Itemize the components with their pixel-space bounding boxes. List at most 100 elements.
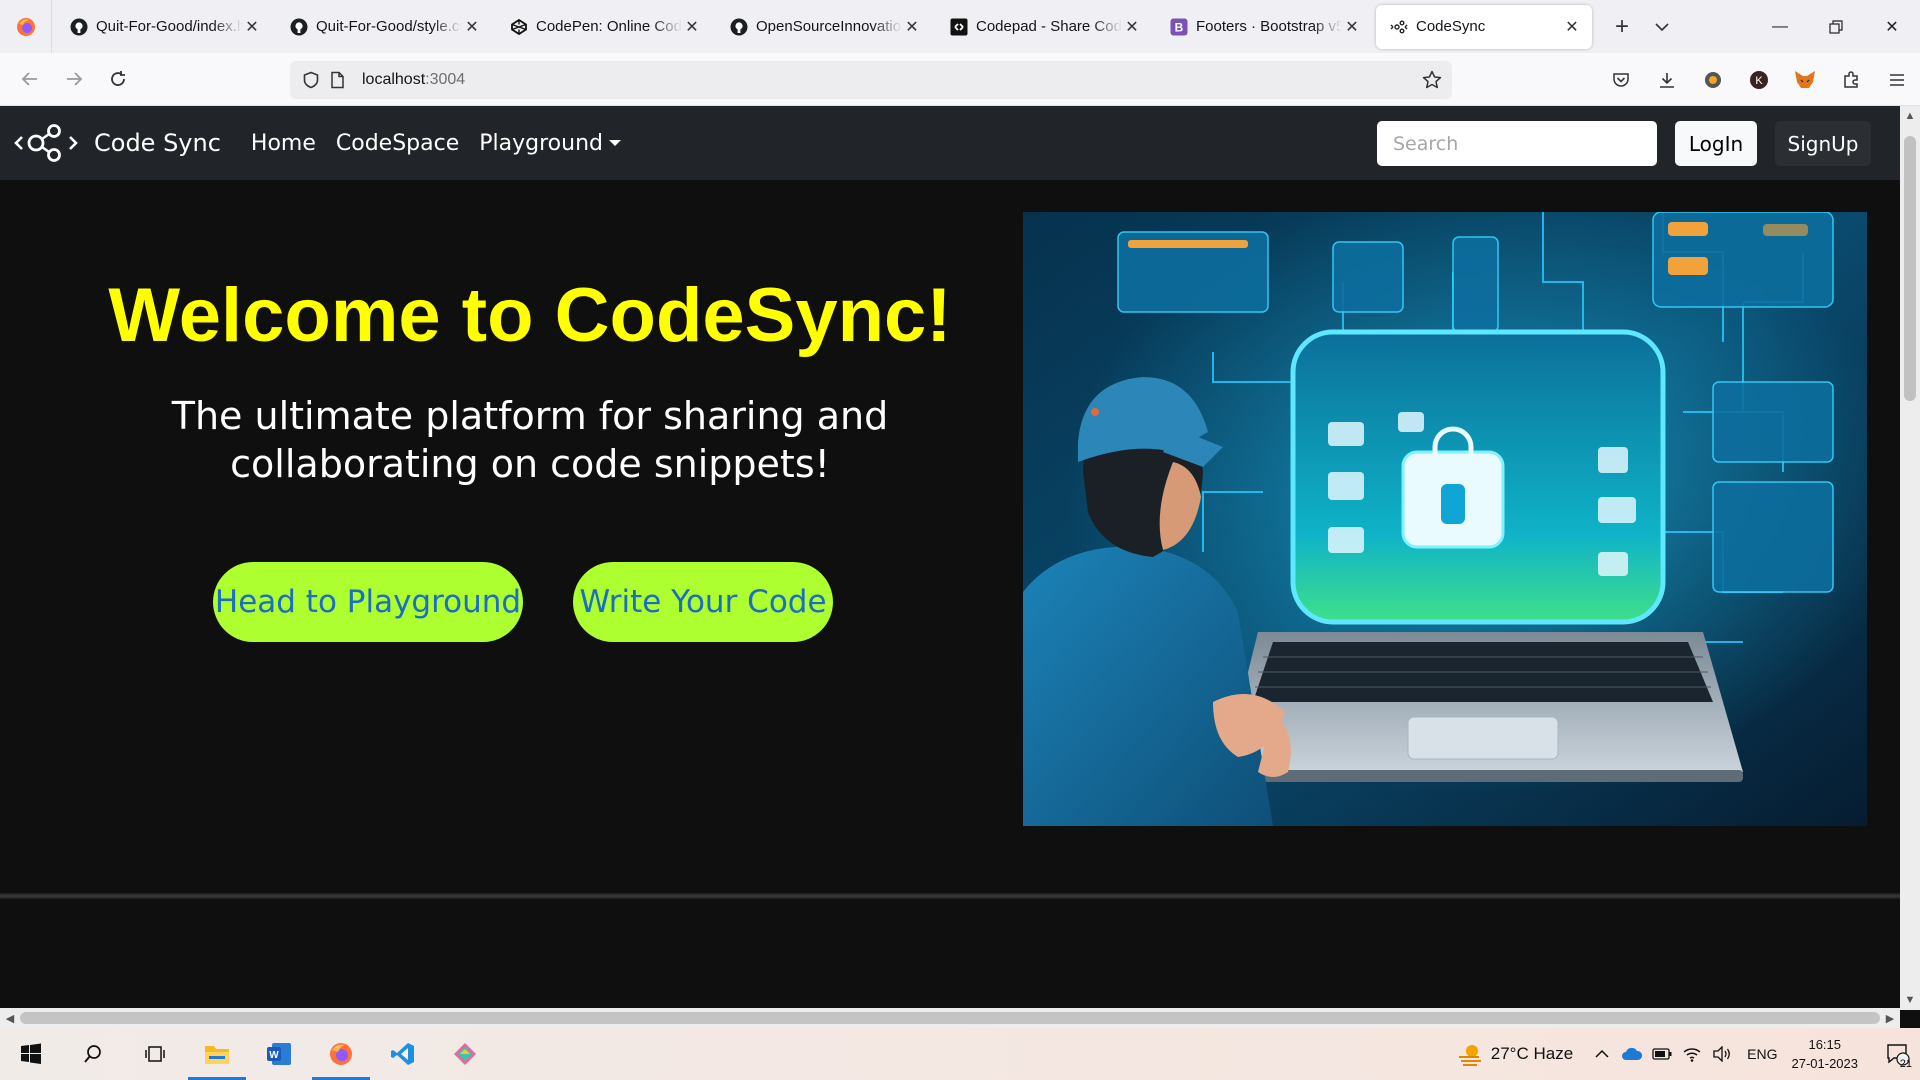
svg-text:B: B xyxy=(1175,20,1184,34)
notification-count: 21 xyxy=(1899,1058,1912,1070)
wifi-icon[interactable] xyxy=(1677,1046,1707,1062)
close-icon[interactable]: ✕ xyxy=(462,17,482,37)
tab-bootstrap-footers[interactable]: B Footers · Bootstrap v5. ✕ xyxy=(1156,5,1372,49)
address-bar[interactable]: localhost:3004 xyxy=(290,61,1452,99)
close-icon[interactable]: ✕ xyxy=(242,17,262,37)
tab-codepad[interactable]: Codepad - Share Code ✕ xyxy=(936,5,1152,49)
extension-button-1[interactable] xyxy=(1690,60,1736,100)
nav-playground-label: Playground xyxy=(479,130,603,156)
haze-sun-icon xyxy=(1458,1045,1481,1066)
forward-button[interactable] xyxy=(52,59,96,99)
tab-codesync[interactable]: CodeSync ✕ xyxy=(1376,4,1592,49)
new-tab-button[interactable]: + xyxy=(1602,7,1642,47)
github-icon xyxy=(730,18,748,36)
nav-codespace-link[interactable]: CodeSpace xyxy=(336,131,459,156)
close-window-button[interactable]: ✕ xyxy=(1864,0,1920,53)
clock[interactable]: 16:15 27-01-2023 xyxy=(1792,1035,1859,1073)
scroll-left-arrow-icon[interactable]: ◀ xyxy=(0,1008,20,1028)
caret-down-icon xyxy=(608,140,621,146)
extension-icon xyxy=(1705,71,1721,88)
extensions-button[interactable] xyxy=(1828,60,1874,100)
firefox-view-button[interactable] xyxy=(0,0,52,53)
vertical-scrollbar[interactable]: ▲ ▼ xyxy=(1900,106,1920,1010)
taskbar-word[interactable]: W xyxy=(248,1028,310,1080)
taskbar-gitkraken[interactable] xyxy=(434,1028,496,1080)
minimize-button[interactable]: — xyxy=(1752,0,1808,53)
taskbar-vscode[interactable] xyxy=(372,1028,434,1080)
downloads-button[interactable] xyxy=(1644,60,1690,100)
notifications-button[interactable]: 21 xyxy=(1876,1028,1920,1080)
svg-text:K: K xyxy=(1755,75,1763,87)
github-icon xyxy=(290,18,308,36)
taskbar-file-explorer[interactable] xyxy=(186,1028,248,1080)
close-icon[interactable]: ✕ xyxy=(682,17,702,37)
bookmark-star-icon[interactable] xyxy=(1422,70,1442,95)
tab-quit-for-good-index[interactable]: Quit-For-Good/index.h ✕ xyxy=(56,5,272,49)
metamask-extension-button[interactable] xyxy=(1782,60,1828,100)
list-all-tabs-button[interactable] xyxy=(1642,7,1682,47)
onedrive-cloud-icon[interactable] xyxy=(1617,1047,1647,1061)
app-menu-button[interactable] xyxy=(1874,60,1920,100)
login-button[interactable]: LogIn xyxy=(1675,121,1757,166)
back-button[interactable] xyxy=(8,59,52,99)
reload-button[interactable] xyxy=(96,59,140,99)
scroll-up-arrow-icon[interactable]: ▲ xyxy=(1900,106,1920,126)
hero-illustration-image xyxy=(1023,212,1867,826)
tab-codepen[interactable]: CodePen: Online Code ✕ xyxy=(496,5,712,49)
tab-opensourceinnovation[interactable]: OpenSourceInnovation ✕ xyxy=(716,5,932,49)
weather-widget[interactable]: 27°C Haze xyxy=(1457,1042,1573,1066)
url-text[interactable]: localhost:3004 xyxy=(362,71,465,89)
codepad-icon xyxy=(950,18,968,36)
horizontal-scroll-thumb[interactable] xyxy=(20,1012,1880,1024)
start-button[interactable] xyxy=(0,1028,62,1080)
tab-quit-for-good-style[interactable]: Quit-For-Good/style.cs ✕ xyxy=(276,5,492,49)
firefox-icon xyxy=(330,1043,352,1065)
restore-icon xyxy=(1829,19,1843,34)
scroll-down-arrow-icon[interactable]: ▼ xyxy=(1900,990,1920,1010)
taskbar-search-button[interactable] xyxy=(62,1028,124,1080)
taskbar-firefox[interactable] xyxy=(310,1028,372,1080)
nav-home-link[interactable]: Home xyxy=(251,131,316,156)
task-view-button[interactable] xyxy=(124,1028,186,1080)
profile-avatar-button[interactable]: K xyxy=(1736,60,1782,100)
tab-label: CodePen: Online Code xyxy=(536,18,682,35)
window-controls: — ✕ xyxy=(1752,0,1920,53)
brand[interactable]: Code Sync xyxy=(14,121,221,165)
input-language-indicator[interactable]: ENG xyxy=(1747,1046,1777,1062)
vertical-scroll-thumb[interactable] xyxy=(1904,136,1916,401)
nav-playground-dropdown[interactable]: Playground xyxy=(479,131,621,156)
git-client-icon xyxy=(454,1043,476,1065)
weather-text: 27°C Haze xyxy=(1490,1044,1574,1063)
url-port: :3004 xyxy=(425,71,466,88)
word-icon: W xyxy=(267,1043,291,1065)
tab-label: CodeSync xyxy=(1416,18,1486,35)
scroll-right-arrow-icon[interactable]: ▶ xyxy=(1880,1008,1900,1028)
task-view-icon xyxy=(145,1046,165,1062)
battery-icon[interactable] xyxy=(1647,1048,1677,1060)
close-icon[interactable]: ✕ xyxy=(1562,17,1582,37)
horizontal-scrollbar[interactable]: ◀ ▶ xyxy=(0,1008,1900,1028)
url-host: localhost xyxy=(362,71,426,88)
write-your-code-button[interactable]: Write Your Code xyxy=(573,562,833,642)
show-hidden-icons-chevron-up-icon[interactable] xyxy=(1587,1049,1617,1059)
signup-button[interactable]: SignUp xyxy=(1775,121,1871,166)
tracking-protection-shield-icon[interactable] xyxy=(298,71,324,89)
restore-button[interactable] xyxy=(1808,0,1864,53)
page-info-icon[interactable] xyxy=(324,71,350,89)
close-icon[interactable]: ✕ xyxy=(1122,17,1142,37)
folder-icon xyxy=(205,1046,229,1064)
search-input[interactable] xyxy=(1377,121,1657,166)
close-icon[interactable]: ✕ xyxy=(902,17,922,37)
search-icon xyxy=(84,1045,101,1063)
hero-title: Welcome to CodeSync! xyxy=(108,273,952,358)
volume-icon[interactable] xyxy=(1707,1046,1737,1062)
clock-time: 16:15 xyxy=(1808,1037,1842,1052)
pocket-icon xyxy=(1613,72,1629,87)
tab-label: Quit-For-Good/style.cs xyxy=(316,18,462,35)
hero-subtitle: The ultimate platform for sharing and co… xyxy=(171,394,889,486)
tab-label: Quit-For-Good/index.h xyxy=(96,18,242,35)
pocket-button[interactable] xyxy=(1598,60,1644,100)
close-icon[interactable]: ✕ xyxy=(1342,17,1362,37)
head-to-playground-button[interactable]: Head to Playground xyxy=(213,562,523,642)
download-icon xyxy=(1660,72,1674,88)
